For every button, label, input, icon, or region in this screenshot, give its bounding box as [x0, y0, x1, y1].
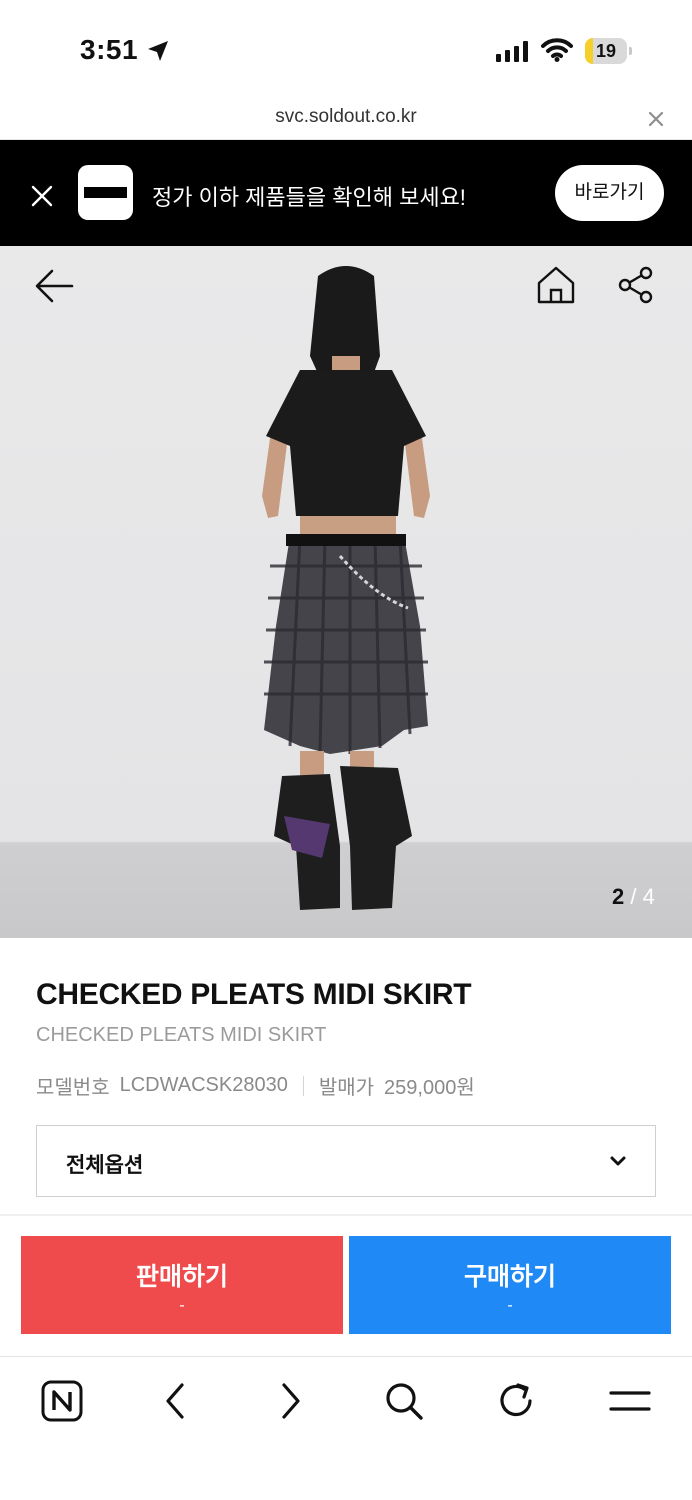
wifi-icon: [541, 38, 573, 62]
browser-toolbar: [0, 1356, 692, 1500]
product-meta: 모델번호 LCDWACSK28030 발매가 259,000원: [36, 1071, 475, 1100]
battery-icon: 19: [585, 38, 632, 64]
back-arrow-icon[interactable]: [34, 266, 74, 306]
current-page: 2: [612, 884, 625, 909]
status-time: 3:51: [80, 34, 139, 65]
url-text[interactable]: svc.soldout.co.kr: [0, 106, 692, 128]
home-icon[interactable]: [535, 264, 577, 306]
url-bar[interactable]: svc.soldout.co.kr: [0, 100, 692, 140]
sell-button[interactable]: 판매하기 -: [21, 1236, 343, 1334]
release-price: 259,000원: [384, 1077, 475, 1099]
close-icon[interactable]: [30, 184, 54, 208]
product-photo: [262, 266, 430, 910]
image-page-indicator: 2 / 4: [612, 884, 655, 910]
search-icon[interactable]: [383, 1379, 425, 1423]
page-separator: /: [630, 884, 637, 909]
product-title: CHECKED PLEATS MIDI SKIRT: [36, 978, 472, 1011]
battery-level: 19: [595, 41, 617, 61]
refresh-icon[interactable]: [496, 1379, 538, 1423]
product-image-carousel[interactable]: 2 / 4: [0, 246, 692, 938]
model-number-label: 모델번호: [36, 1077, 110, 1099]
buy-button-price: -: [507, 1297, 513, 1314]
back-icon[interactable]: [160, 1379, 192, 1423]
go-now-button[interactable]: 바로가기: [555, 165, 664, 221]
promo-banner: 정가 이하 제품들을 확인해 보세요! 바로가기: [0, 140, 692, 246]
total-pages: 4: [642, 884, 655, 909]
buy-button-label: 구매하기: [463, 1263, 556, 1291]
option-select-label: 전체옵션: [66, 1154, 144, 1177]
meta-divider: [302, 1075, 304, 1096]
close-icon[interactable]: [646, 109, 666, 129]
divider: [0, 1214, 692, 1216]
release-price-label: 발매가: [318, 1077, 375, 1099]
option-select[interactable]: 전체옵션: [36, 1125, 656, 1197]
share-icon[interactable]: [617, 266, 655, 304]
naver-home-icon[interactable]: [40, 1379, 84, 1423]
status-bar: 3:51 19: [0, 0, 692, 100]
sell-button-label: 판매하기: [135, 1263, 228, 1291]
chevron-down-icon: [610, 1156, 626, 1166]
app-logo: [78, 165, 133, 220]
buy-button[interactable]: 구매하기 -: [349, 1236, 671, 1334]
sell-button-price: -: [179, 1297, 185, 1314]
banner-message: 정가 이하 제품들을 확인해 보세요!: [152, 185, 466, 210]
location-arrow-icon: [148, 41, 168, 61]
cellular-signal-icon: [496, 40, 528, 62]
forward-icon[interactable]: [274, 1379, 306, 1423]
product-subtitle: CHECKED PLEATS MIDI SKIRT: [36, 1024, 327, 1046]
menu-icon[interactable]: [608, 1379, 652, 1423]
model-number: LCDWACSK28030: [119, 1074, 288, 1096]
